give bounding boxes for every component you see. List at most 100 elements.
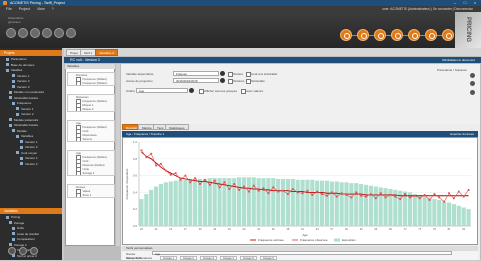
refresh-icon[interactable] [470, 90, 475, 95]
exposure-bar [349, 183, 354, 226]
navigator-item[interactable]: Risque 2 [68, 107, 114, 111]
observed-point [262, 187, 265, 190]
import-icon[interactable] [42, 28, 52, 38]
sidebar-item[interactable]: Paramètres [0, 57, 68, 62]
tree-node-icon [20, 156, 23, 160]
dependent-variable-select[interactable]: Fréquen [173, 71, 219, 76]
x-tick-label: 66 [374, 227, 377, 231]
sidebar-item[interactable]: Sinistralité linéaire [0, 96, 71, 101]
value-group-tag[interactable]: Groupe 2 [180, 256, 197, 260]
x-tick-label: 57 [330, 227, 333, 231]
option-cout-label: Coût à la sinistralité [251, 72, 278, 76]
value-group-tag[interactable]: Groupe 3 [200, 256, 217, 260]
sidebar-header-variables[interactable]: Variables [0, 208, 62, 214]
export-icon[interactable] [54, 28, 64, 38]
sidebar-item[interactable]: Version 1 [0, 74, 74, 79]
sidebar-item[interactable]: Version 2 [0, 79, 74, 84]
all-groups-label: Afficher tous les groupes [204, 89, 237, 93]
exposure-bar [241, 177, 247, 226]
sidebar-settings-icon[interactable] [30, 247, 38, 255]
sidebar-item[interactable]: Comparaison [0, 237, 74, 242]
sidebar-remove-icon[interactable] [19, 247, 27, 255]
step-data-icon[interactable] [340, 29, 352, 41]
menu-file[interactable]: File [6, 7, 12, 11]
document-title: RC voit - Version 2 [70, 58, 100, 62]
open-project-icon[interactable] [18, 28, 28, 38]
step-variables-icon[interactable] [357, 29, 369, 41]
legend-swatch [334, 238, 340, 242]
observed-point [150, 152, 153, 155]
sidebar-add-icon[interactable] [8, 247, 16, 255]
save-icon[interactable] [30, 28, 40, 38]
navigator-item[interactable]: Fréquence (Défaut) [68, 81, 114, 85]
step-zoning-icon[interactable] [408, 29, 420, 41]
sidebar-item[interactable]: Grille [0, 226, 74, 231]
sidebar-item[interactable]: Modèle non paramétré [0, 90, 71, 95]
sidebar-item[interactable]: Fréquence [0, 101, 74, 106]
sidebar-item[interactable]: Base de données [0, 63, 68, 68]
value-group-tag[interactable]: Groupe 4 [220, 256, 237, 260]
observed-point [213, 179, 216, 182]
dependent-variable-dropdown-icon[interactable] [220, 71, 225, 76]
menu-project[interactable]: Project [19, 7, 30, 11]
sidebar-item[interactable]: Vaiables [0, 68, 68, 73]
sidebar-item[interactable]: Version 3 [0, 85, 74, 90]
value-group-tag[interactable]: Groupe 6 [260, 256, 277, 260]
sidebar-item[interactable]: Zonage [0, 221, 71, 226]
tree-node-icon [12, 79, 15, 83]
menu-help[interactable]: ? [52, 7, 54, 11]
dependent-variable-label: Variable dépendante [126, 72, 154, 76]
projection-year-label: Année de projection [126, 79, 153, 83]
y-tick-label: 0.6 [133, 174, 138, 178]
exposure-bar [266, 178, 271, 226]
sidebar-item-label: Version 3 [17, 84, 30, 89]
observed-point [287, 193, 289, 195]
observed-point [169, 173, 172, 176]
sidebar-item[interactable]: Lissé de résultat [0, 232, 74, 237]
previous-icon[interactable] [470, 81, 475, 86]
navigator-item[interactable]: Zone 1 [68, 193, 114, 197]
tab-tarif-1[interactable]: Tarif 1 [80, 49, 97, 56]
sidebar-item[interactable]: Pricing [0, 215, 68, 220]
panel-splitter[interactable] [116, 64, 120, 246]
navigator-item[interactable]: Zonage 2 [68, 171, 114, 175]
step-cost-icon[interactable] [391, 29, 403, 41]
sidebar-item[interactable]: Modèle paramétré [0, 118, 71, 123]
reset-document-link[interactable]: Réinitialiser le document [442, 57, 475, 63]
value-group-tag[interactable]: Groupe 1 [160, 256, 177, 260]
help-icon[interactable] [66, 28, 76, 38]
x-tick-label: 27 [184, 227, 187, 231]
navigator-item[interactable]: Sans la [68, 137, 114, 141]
exposure-bar [368, 185, 373, 226]
value-group-tag[interactable]: Groupe 5 [240, 256, 257, 260]
sidebar-item-label: Version 2 [21, 112, 34, 116]
step-frequency-icon[interactable] [374, 29, 386, 41]
criterion-select[interactable]: Age [136, 88, 188, 93]
sidebar-item-label: Modèle non paramétré [14, 90, 45, 94]
sidebar-header-projects[interactable]: Projets [0, 50, 62, 56]
projection-year-dropdown-icon[interactable] [220, 78, 225, 83]
tab-variables-3[interactable]: Variables 3 [95, 49, 118, 56]
menu-view[interactable]: View [37, 7, 45, 11]
level-value[interactable]: Age [152, 251, 452, 256]
projection-year-input[interactable]: 2016/2016/2016 [173, 78, 219, 83]
app-icon [3, 1, 7, 5]
exposure-bar [324, 180, 330, 226]
observed-point [243, 185, 245, 188]
exposure-bar [193, 178, 198, 226]
new-project-icon[interactable] [6, 28, 16, 38]
sidebar-item[interactable]: Sinistralité linéaire [0, 123, 71, 128]
step-tariff-icon[interactable] [425, 29, 437, 41]
step-export-icon[interactable] [442, 29, 454, 41]
sidebar-item-label: Comparaison [17, 237, 35, 241]
next-icon[interactable] [470, 73, 475, 78]
criterion-dropdown-icon[interactable] [189, 88, 194, 93]
sidebar-item[interactable]: Modèle [0, 129, 74, 134]
exposure-bar [295, 179, 300, 226]
tree-node-icon [9, 118, 12, 122]
exposure-bar [246, 177, 251, 226]
observed-point [140, 149, 143, 152]
exposure-bar [183, 179, 188, 226]
tab-statistiques[interactable]: Statistiques [165, 124, 189, 130]
observed-point [335, 195, 338, 198]
